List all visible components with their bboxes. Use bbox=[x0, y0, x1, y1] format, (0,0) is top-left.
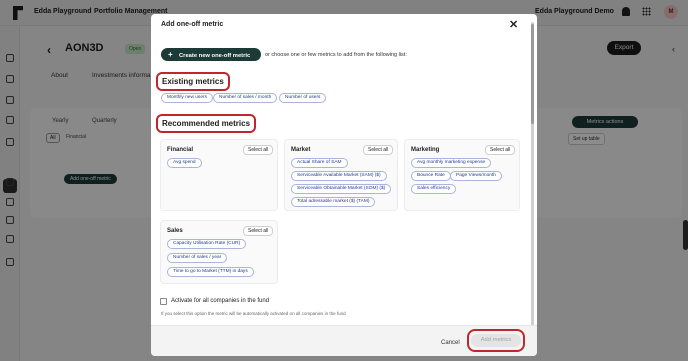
create-new-one-off-metric-button[interactable]: + Create new one-off metric bbox=[161, 48, 261, 61]
category-card-marketing: Marketing Select all Avg monthly marketi… bbox=[404, 139, 520, 211]
existing-metric-chip[interactable]: Number of sales / month bbox=[213, 93, 278, 103]
metric-chip[interactable]: Capacity Utilisation Rate (CUR) bbox=[167, 239, 247, 249]
activate-all-checkbox[interactable] bbox=[160, 298, 167, 305]
instruction-text: or choose one or few metrics to add from… bbox=[265, 52, 407, 58]
metric-chip[interactable]: Actual Share of SAM bbox=[291, 158, 348, 168]
select-all-button[interactable]: Select all bbox=[363, 145, 394, 155]
metric-chip[interactable]: Time to go to Market (TTM) in days bbox=[167, 267, 254, 277]
category-card-sales: Sales Select all Capacity Utilisation Ra… bbox=[160, 220, 278, 284]
dialog-scrollbar-thumb[interactable] bbox=[531, 24, 534, 124]
category-title: Market bbox=[291, 147, 311, 153]
dialog-title: Add one-off metric bbox=[161, 21, 224, 28]
metric-chip[interactable]: Serviceable Available Market (SAM) ($) bbox=[291, 171, 387, 181]
category-title: Sales bbox=[167, 228, 183, 234]
activate-hint-text: If you select this option the metric wil… bbox=[161, 311, 346, 316]
create-button-label: Create new one-off metric bbox=[179, 53, 251, 59]
category-title: Marketing bbox=[411, 147, 440, 153]
cancel-button[interactable]: Cancel bbox=[441, 340, 460, 346]
existing-metrics-heading: Existing metrics bbox=[156, 72, 230, 91]
metric-chip[interactable]: Total adressable market ($) (TAM) bbox=[291, 197, 376, 207]
select-all-button[interactable]: Select all bbox=[243, 226, 274, 236]
close-icon[interactable]: ✕ bbox=[509, 18, 518, 31]
existing-metric-chip[interactable]: Monthly new users bbox=[161, 93, 213, 103]
activate-all-label[interactable]: Activate for all companies in the fund bbox=[171, 298, 269, 304]
recommended-metrics-heading: Recommended metrics bbox=[156, 114, 257, 133]
select-all-button[interactable]: Select all bbox=[485, 145, 516, 155]
select-all-button[interactable]: Select all bbox=[243, 145, 274, 155]
category-card-market: Market Select all Actual Share of SAM Se… bbox=[284, 139, 398, 211]
metric-chip[interactable]: Number of sales / year bbox=[167, 253, 228, 263]
add-one-off-metric-dialog: Add one-off metric ✕ + Create new one-off… bbox=[151, 14, 537, 356]
category-title: Financial bbox=[167, 147, 194, 153]
metric-chip[interactable]: Page Views/month bbox=[450, 171, 502, 181]
add-metrics-button[interactable]: Add metrics bbox=[471, 334, 521, 347]
category-card-financial: Financial Select all Avg spend bbox=[160, 139, 278, 211]
metric-chip[interactable]: Avg spend bbox=[167, 158, 202, 168]
existing-metric-chip[interactable]: Number of users bbox=[279, 93, 327, 103]
metric-chip[interactable]: Bounce Rate bbox=[411, 171, 451, 181]
metric-chip[interactable]: Avg monthly marketing expense bbox=[411, 158, 492, 168]
plus-icon: + bbox=[168, 50, 173, 59]
metric-chip[interactable]: Sales efficiency bbox=[411, 184, 457, 194]
metric-chip[interactable]: Serviceable Obtainable Market (SOM) ($) bbox=[291, 184, 392, 194]
